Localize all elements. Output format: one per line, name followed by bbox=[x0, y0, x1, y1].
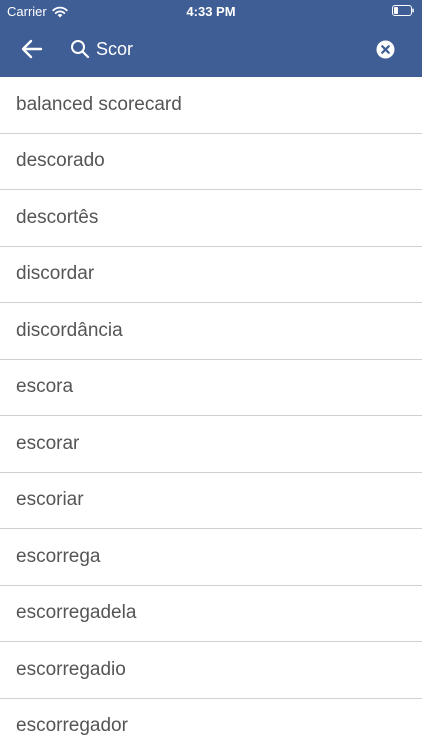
app-screen: Carrier 4:33 PM Scor balanced scorecard … bbox=[0, 0, 422, 750]
result-item[interactable]: escorar bbox=[0, 416, 422, 473]
result-item[interactable]: discordância bbox=[0, 303, 422, 360]
result-item[interactable]: escorregador bbox=[0, 699, 422, 750]
result-item[interactable]: escora bbox=[0, 360, 422, 416]
result-item[interactable]: escorregadela bbox=[0, 586, 422, 642]
search-input[interactable] bbox=[96, 35, 356, 63]
status-time: 4:33 PM bbox=[186, 4, 236, 19]
arrow-left-icon bbox=[21, 39, 43, 59]
header-bar: Carrier 4:33 PM bbox=[0, 0, 422, 77]
search-toolbar bbox=[0, 24, 422, 74]
result-item[interactable]: balanced scorecard bbox=[0, 77, 422, 134]
results-list: balanced scorecard descorado descortês d… bbox=[0, 77, 422, 750]
search-icon bbox=[71, 40, 90, 59]
clear-circle-icon bbox=[376, 40, 395, 59]
result-item[interactable]: descortês bbox=[0, 190, 422, 247]
result-item[interactable]: descorado bbox=[0, 134, 422, 190]
back-button[interactable] bbox=[18, 36, 46, 62]
result-item[interactable]: escoriar bbox=[0, 473, 422, 529]
result-item[interactable]: discordar bbox=[0, 247, 422, 303]
clear-search-button[interactable] bbox=[376, 40, 395, 59]
result-item[interactable]: escorregadio bbox=[0, 642, 422, 699]
battery-icon bbox=[392, 5, 414, 16]
status-bar: Carrier 4:33 PM bbox=[0, 0, 422, 22]
result-item[interactable]: escorrega bbox=[0, 529, 422, 586]
